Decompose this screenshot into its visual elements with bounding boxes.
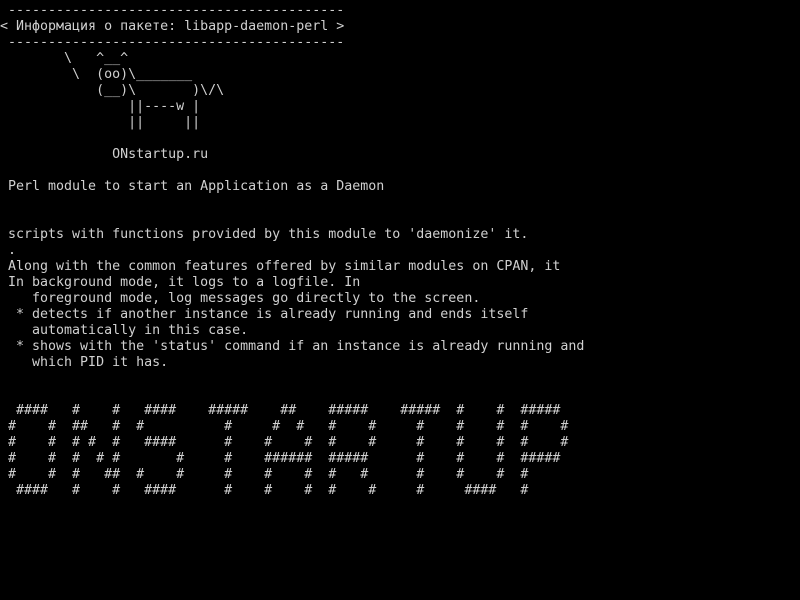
terminal-line: * detects if another instance is already… bbox=[0, 307, 529, 322]
terminal-line: \ (oo)\_______ bbox=[0, 67, 193, 82]
terminal-line: . bbox=[0, 243, 17, 258]
terminal-line: Along with the common features offered b… bbox=[0, 259, 561, 274]
terminal-line: # # # # # # # ###### ##### # # # ##### bbox=[0, 451, 561, 466]
terminal-screen: ----------------------------------------… bbox=[0, 0, 800, 600]
terminal-line: Perl module to start an Application as a… bbox=[0, 179, 385, 194]
terminal-line: # # # # # #### # # # # # # # # # # bbox=[0, 435, 569, 450]
terminal-line: ONstartup.ru bbox=[0, 147, 209, 162]
terminal-line: automatically in this case. bbox=[0, 323, 249, 338]
terminal-line: ----------------------------------------… bbox=[0, 35, 345, 50]
terminal-line: || || bbox=[0, 115, 201, 130]
terminal-line: #### # # #### # # # # # # #### # bbox=[0, 483, 529, 498]
terminal-line: # # # ## # # # # # # # # # # # bbox=[0, 467, 529, 482]
terminal-line: * shows with the 'status' command if an … bbox=[0, 339, 585, 354]
terminal-line: scripts with functions provided by this … bbox=[0, 227, 529, 242]
terminal-line: < Информация о пакете: libapp-daemon-per… bbox=[0, 19, 345, 34]
terminal-line: \ ^__^ bbox=[0, 51, 129, 66]
terminal-line: (__)\ )\/\ bbox=[0, 83, 225, 98]
terminal-line: In background mode, it logs to a logfile… bbox=[0, 275, 361, 290]
terminal-line: # # ## # # # # # # # # # # # # bbox=[0, 419, 569, 434]
terminal-line: #### # # #### ##### ## ##### ##### # # #… bbox=[0, 403, 561, 418]
terminal-line: foreground mode, log messages go directl… bbox=[0, 291, 481, 306]
terminal-line: which PID it has. bbox=[0, 355, 169, 370]
terminal-line: ----------------------------------------… bbox=[0, 3, 345, 18]
terminal-line: ||----w | bbox=[0, 99, 201, 114]
